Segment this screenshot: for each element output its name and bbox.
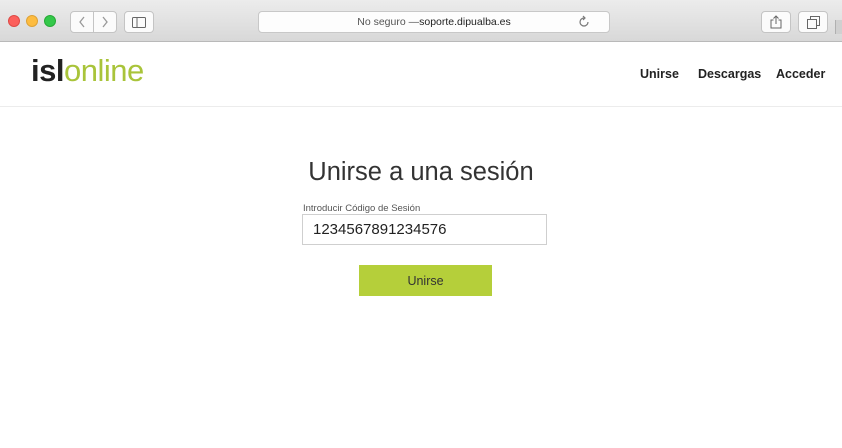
join-button[interactable]: Unirse (359, 265, 492, 296)
share-button[interactable] (761, 11, 791, 33)
site-header: islonline Unirse Descargas Acceder (0, 43, 842, 107)
forward-button[interactable] (93, 11, 117, 33)
nav-acceder-link[interactable]: Acceder (776, 67, 825, 81)
nav-descargas-link[interactable]: Descargas (698, 67, 761, 81)
address-bar[interactable]: No seguro — soporte.dipualba.es (258, 11, 610, 33)
show-tabs-button[interactable] (798, 11, 828, 33)
window-edge (835, 20, 842, 34)
back-button[interactable] (70, 11, 94, 33)
minimize-window-button[interactable] (26, 15, 38, 27)
back-icon (79, 16, 85, 28)
sidebar-button[interactable] (124, 11, 154, 33)
session-code-label: Introducir Código de Sesión (303, 203, 421, 214)
close-window-button[interactable] (8, 15, 20, 27)
share-icon (770, 15, 782, 29)
session-code-input[interactable] (302, 214, 547, 245)
nav-unirse-link[interactable]: Unirse (640, 67, 679, 81)
islonline-logo[interactable]: islonline (31, 53, 144, 89)
tabs-icon (806, 15, 820, 29)
browser-toolbar: No seguro — soporte.dipualba.es (0, 0, 842, 42)
reload-icon[interactable] (577, 15, 591, 29)
sidebar-icon (132, 16, 146, 28)
zoom-window-button[interactable] (44, 15, 56, 27)
address-security-text: No seguro — (357, 16, 420, 28)
address-host: soporte.dipualba.es (419, 16, 511, 28)
page-title: Unirse a una sesión (308, 158, 534, 186)
forward-icon (102, 16, 108, 28)
